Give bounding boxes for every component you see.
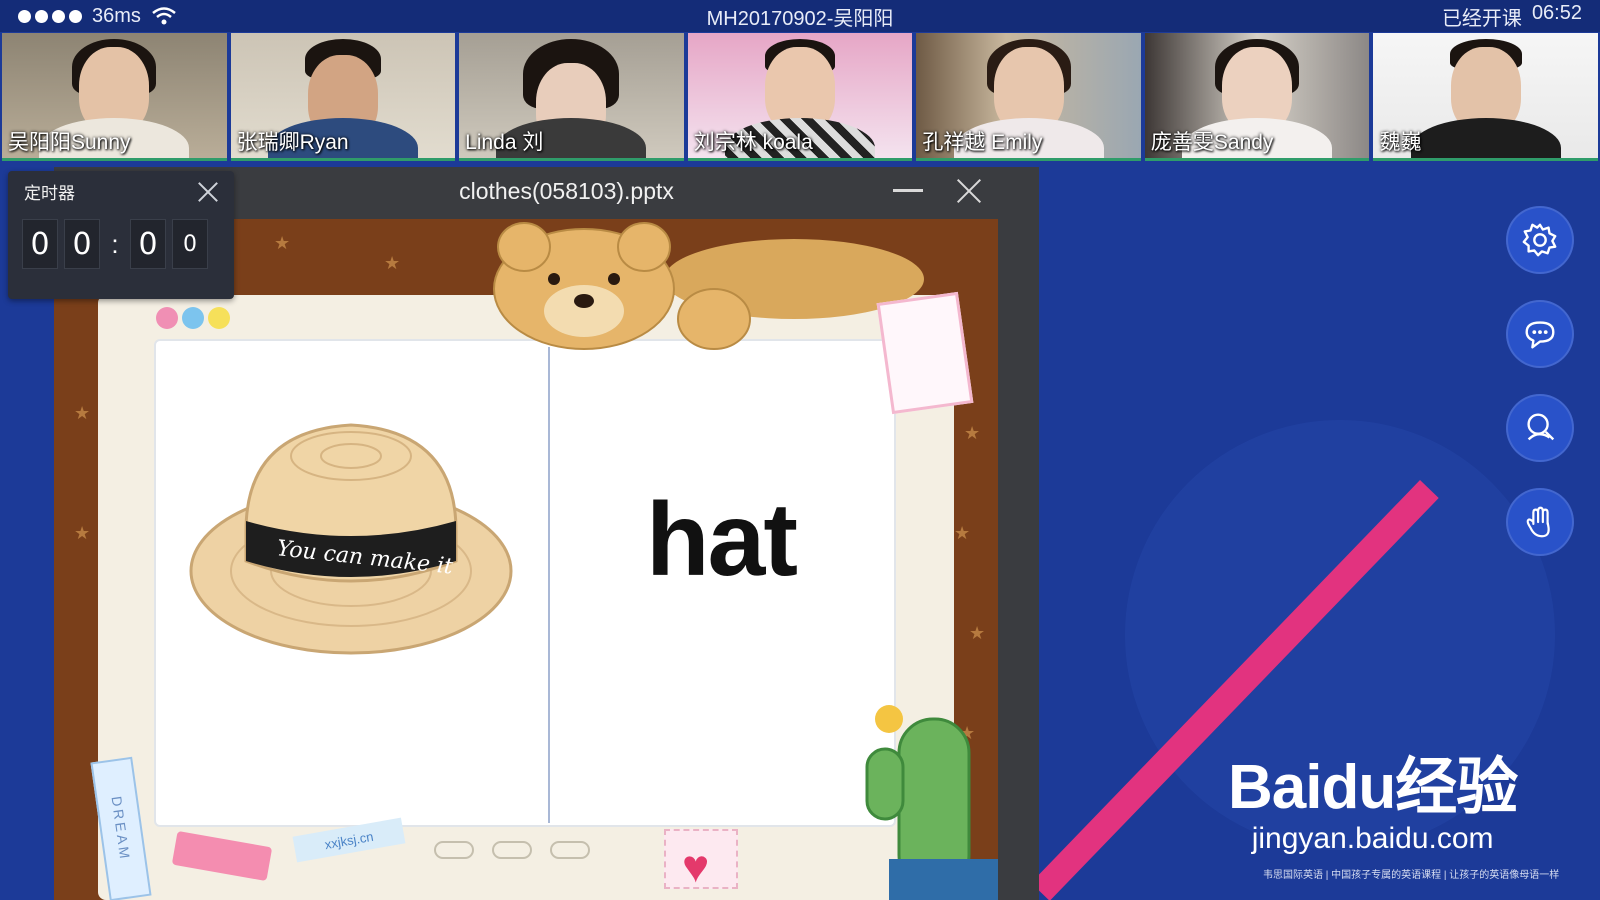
timer-close-icon[interactable] bbox=[196, 179, 220, 203]
watermark-brand: Baidu经验 bbox=[1228, 753, 1518, 822]
video-tile[interactable]: 庞善雯Sandy bbox=[1144, 33, 1370, 161]
teddy-bear-picture bbox=[493, 222, 924, 350]
close-button[interactable] bbox=[955, 177, 983, 205]
network-status: 36ms bbox=[18, 5, 177, 28]
svg-text:★: ★ bbox=[74, 523, 90, 544]
next-arrow-icon[interactable] bbox=[550, 841, 590, 859]
raise-hand-button[interactable] bbox=[1506, 488, 1574, 556]
question-icon bbox=[1527, 413, 1555, 441]
ppt-filename: clothes(058103).pptx bbox=[459, 177, 674, 204]
svg-text:★: ★ bbox=[274, 233, 290, 254]
heart-icon: ♥ bbox=[682, 840, 710, 892]
pink-note-sticker bbox=[876, 291, 974, 415]
timer-digit: 0 bbox=[64, 219, 100, 269]
emoji-stickers bbox=[156, 307, 230, 329]
timer-digit: 0 bbox=[22, 219, 58, 269]
page-dot-icon bbox=[492, 841, 532, 859]
slide-nav-controls bbox=[434, 841, 590, 859]
elapsed-label: 已经开课 bbox=[1441, 7, 1522, 30]
video-tile[interactable]: 孔祥越 Emily bbox=[916, 33, 1141, 161]
hand-raise-icon bbox=[1526, 506, 1550, 538]
participant-name: 庞善雯Sandy bbox=[1150, 131, 1274, 154]
hat-picture: You can make it bbox=[189, 423, 513, 655]
svg-text:★: ★ bbox=[74, 403, 90, 424]
video-tile[interactable]: 刘宗林 koala bbox=[687, 33, 913, 161]
chat-icon bbox=[1525, 321, 1555, 349]
watermark-url: jingyan.baidu.com bbox=[1251, 822, 1494, 855]
flashcard: You can make it hat bbox=[154, 339, 896, 827]
slide-canvas[interactable]: ★★★ ★★★ ★★★ ★★ You can make it bbox=[54, 219, 998, 900]
video-tile[interactable]: 吴阳阳Sunny bbox=[2, 33, 227, 161]
participant-name: 魏巍 bbox=[1379, 131, 1422, 154]
timer-header: 定时器 bbox=[8, 171, 234, 211]
timer-digit: 0 bbox=[130, 219, 166, 269]
video-tile[interactable]: Linda 刘 bbox=[459, 33, 684, 161]
latency-text: 36ms bbox=[92, 4, 141, 27]
video-tile[interactable]: 张瑞卿Ryan bbox=[230, 33, 456, 161]
timer-title: 定时器 bbox=[24, 183, 75, 203]
meeting-title: MH20170902-吴阳阳 bbox=[706, 7, 894, 30]
status-bar: 36ms MH20170902-吴阳阳 已经开课 06:52 bbox=[0, 0, 1600, 32]
cactus-picture bbox=[865, 705, 998, 900]
settings-button[interactable] bbox=[1506, 206, 1574, 274]
video-tile[interactable]: 魏巍 bbox=[1373, 33, 1599, 161]
participant-name: 孔祥越 Emily bbox=[922, 131, 1043, 154]
question-button[interactable] bbox=[1506, 394, 1574, 462]
minimize-button[interactable] bbox=[893, 189, 923, 192]
timer-separator: : bbox=[111, 228, 119, 259]
vocabulary-word: hat bbox=[646, 482, 798, 598]
watermark-slogan: 韦思国际英语 | 中国孩子专属的英语课程 | 让孩子的英语像母语一样 bbox=[1263, 870, 1560, 881]
elapsed-time: 06:52 bbox=[1531, 1, 1582, 24]
timer-digit: 0 bbox=[172, 219, 208, 269]
participant-name: 刘宗林 koala bbox=[693, 131, 813, 154]
timer-display: 0 0 : 0 0 bbox=[8, 211, 234, 277]
wifi-icon bbox=[152, 7, 176, 25]
video-strip: 吴阳阳Sunny 张瑞卿Ryan Linda 刘 刘宗林 koala 孔祥越 E… bbox=[0, 33, 1600, 161]
gear-icon bbox=[1522, 223, 1557, 257]
participant-name: 张瑞卿Ryan bbox=[236, 131, 349, 154]
prev-arrow-icon[interactable] bbox=[434, 841, 474, 859]
participant-name: Linda 刘 bbox=[465, 131, 544, 154]
class-timer-status: 已经开课 06:52 bbox=[1442, 2, 1582, 31]
svg-text:★: ★ bbox=[954, 523, 970, 544]
timer-widget[interactable]: 定时器 0 0 : 0 0 bbox=[8, 171, 234, 299]
svg-text:★: ★ bbox=[384, 253, 400, 274]
slide-card: You can make it hat bbox=[98, 295, 954, 900]
card-divider bbox=[548, 347, 550, 823]
chat-button[interactable] bbox=[1506, 300, 1574, 368]
baidu-watermark: Baidu经验 jingyan.baidu.com bbox=[1228, 736, 1518, 856]
participant-name: 吴阳阳Sunny bbox=[8, 131, 131, 154]
heart-sticker: ♥ bbox=[664, 829, 738, 889]
svg-text:★: ★ bbox=[964, 423, 980, 444]
svg-text:★: ★ bbox=[969, 623, 985, 644]
side-toolbar bbox=[1506, 206, 1574, 556]
signal-dots-icon bbox=[18, 9, 82, 23]
